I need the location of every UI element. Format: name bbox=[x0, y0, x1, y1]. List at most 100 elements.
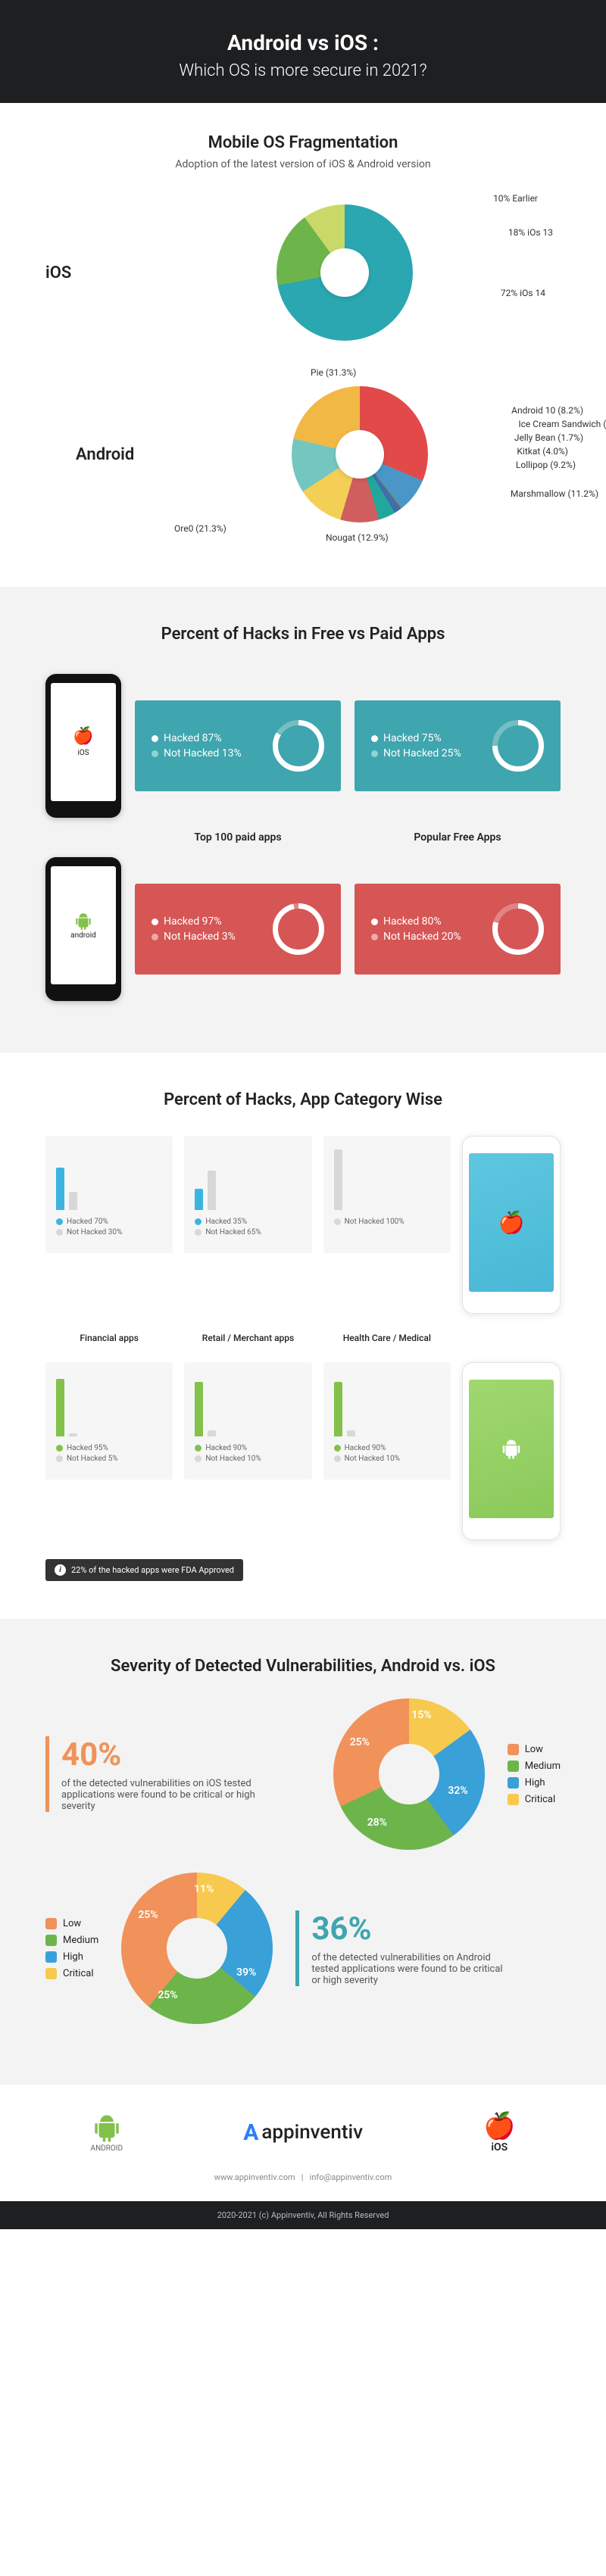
ios-footer-label: iOS bbox=[491, 2141, 508, 2153]
ios-sev-donut: 15% 25% 28% 32% bbox=[333, 1698, 485, 1850]
fda-text: 22% of the hacked apps were FDA Approved bbox=[71, 1565, 234, 1575]
and-free-nothacked: Not Hacked 20% bbox=[383, 931, 461, 943]
contact-line: www.appinventiv.com | info@appinventiv.c… bbox=[0, 2172, 606, 2201]
ios-sev-pct: 40% bbox=[61, 1736, 311, 1773]
android-cat-phone bbox=[462, 1362, 561, 1540]
android-badge: android bbox=[91, 2113, 123, 2153]
ios-paid-hacked: Hacked 87% bbox=[164, 732, 222, 744]
apple-icon: 🍎 bbox=[498, 1210, 525, 1235]
ios-hacks-row: 🍎 iOS Hacked 87% Not Hacked 13% Hacked 7… bbox=[45, 674, 561, 818]
ios-low-val: 32% bbox=[448, 1785, 467, 1797]
and-kk: Kitkat (4.0%) bbox=[517, 446, 568, 457]
and-free-card: Hacked 80% Not Hacked 20% bbox=[355, 884, 561, 975]
and-pie: Pie (31.3%) bbox=[311, 367, 356, 378]
sev-title: Severity of Detected Vulnerabilities, An… bbox=[45, 1657, 561, 1676]
ios-sev-pie: 15% 25% 28% 32% bbox=[333, 1698, 485, 1850]
site-url: www.appinventiv.com bbox=[214, 2172, 295, 2182]
frag-title: Mobile OS Fragmentation bbox=[45, 133, 561, 152]
leg-high: High bbox=[525, 1777, 545, 1789]
fragmentation-section: Mobile OS Fragmentation Adoption of the … bbox=[0, 103, 606, 587]
hero-subtitle: Which OS is more secure in 2021? bbox=[15, 61, 591, 80]
and-nougat: Nougat (12.9%) bbox=[326, 532, 389, 543]
and-health-nh: Not Hacked 10% bbox=[345, 1455, 400, 1463]
and-med-val: 25% bbox=[158, 1989, 177, 2001]
ios-fin-nh: Not Hacked 30% bbox=[67, 1228, 122, 1237]
android-footer-label: android bbox=[91, 2144, 123, 2153]
col-free: Popular Free Apps bbox=[355, 831, 561, 844]
ios-free-ring bbox=[492, 720, 544, 772]
sep: | bbox=[301, 2172, 304, 2182]
android-icon bbox=[73, 912, 93, 931]
and-high-val: 25% bbox=[138, 1909, 158, 1921]
ios-med-val: 28% bbox=[367, 1817, 387, 1829]
and-free-ring bbox=[492, 903, 544, 955]
footer: android A appinventiv 🍎 iOS bbox=[0, 2085, 606, 2172]
cat-title: Percent of Hacks, App Category Wise bbox=[45, 1090, 561, 1109]
ios-crit-val: 15% bbox=[411, 1709, 431, 1721]
ios-cat-phone: 🍎 bbox=[462, 1136, 561, 1314]
ios-free-card: Hacked 75% Not Hacked 25% bbox=[355, 700, 561, 791]
ios-badge: 🍎 iOS bbox=[483, 2111, 515, 2153]
android-phone-screen: android bbox=[51, 866, 116, 984]
and-paid-card: Hacked 97% Not Hacked 3% bbox=[135, 884, 341, 975]
ios-fin-h: Hacked 70% bbox=[67, 1218, 108, 1226]
and-sev-pct: 36% bbox=[311, 1910, 561, 1948]
android-frag-row: Android Pie (31.3%) Android 10 (8.2%) Ic… bbox=[45, 375, 561, 534]
ios-phone-label: iOS bbox=[77, 749, 89, 757]
and-fin-h: Hacked 95% bbox=[67, 1444, 108, 1452]
hero-header: Android vs iOS : Which OS is more secure… bbox=[0, 0, 606, 103]
ios-label: iOS bbox=[45, 264, 129, 282]
leg-crit2: Critical bbox=[63, 1968, 93, 1979]
ios-earlier: 10% Earlier bbox=[493, 193, 538, 204]
and-a10: Android 10 (8.2%) bbox=[511, 405, 583, 416]
and-sev-donut: 11% 25% 25% 39% bbox=[121, 1873, 273, 2024]
ios-retail-card: Hacked 35% Not Hacked 65% bbox=[184, 1136, 311, 1253]
android-hacks-row: android Hacked 97% Not Hacked 3% Hacked … bbox=[45, 857, 561, 1001]
and-free-hacked: Hacked 80% bbox=[383, 915, 442, 928]
hacks-col-labels: Top 100 paid apps Popular Free Apps bbox=[135, 831, 561, 844]
leg-crit: Critical bbox=[525, 1794, 555, 1805]
apple-icon: 🍎 bbox=[483, 2111, 515, 2141]
android-donut-chart: Pie (31.3%) Android 10 (8.2%) Ice Cream … bbox=[159, 375, 561, 534]
leg-high2: High bbox=[63, 1951, 83, 1963]
ios-14: 72% iOs 14 bbox=[501, 288, 545, 298]
brand-logo-icon: A bbox=[243, 2119, 258, 2146]
ios-13: 18% iOs 13 bbox=[508, 227, 553, 238]
and-retail-h: Hacked 90% bbox=[205, 1444, 247, 1452]
cat-col-labels: Financial apps Retail / Merchant apps He… bbox=[45, 1333, 561, 1343]
android-label: Android bbox=[76, 445, 159, 464]
and-health-h: Hacked 90% bbox=[345, 1444, 386, 1452]
ios-phone-icon: 🍎 iOS bbox=[45, 674, 121, 818]
info-icon: i bbox=[55, 1564, 66, 1576]
and-sev-row: Low Medium High Critical 11% 25% 25% 39%… bbox=[45, 1873, 561, 2024]
hacks-title: Percent of Hacks in Free vs Paid Apps bbox=[45, 625, 561, 644]
ios-paid-nothacked: Not Hacked 13% bbox=[164, 747, 242, 759]
ios-sev-legend: Low Medium High Critical bbox=[508, 1739, 561, 1810]
ios-labels: 10% Earlier 18% iOs 13 72% iOs 14 bbox=[129, 193, 561, 352]
ios-retail-h: Hacked 35% bbox=[205, 1218, 247, 1226]
cat-retail: Retail / Merchant apps bbox=[184, 1333, 311, 1343]
and-sev-legend: Low Medium High Critical bbox=[45, 1913, 98, 1985]
ios-sev-text: 40% of the detected vulnerabilities on i… bbox=[45, 1736, 311, 1812]
android-cat-screen bbox=[469, 1380, 554, 1518]
cat-fin: Financial apps bbox=[45, 1333, 173, 1343]
and-sev-desc: of the detected vulnerabilities on Andro… bbox=[311, 1952, 508, 1986]
ios-free-hacked: Hacked 75% bbox=[383, 732, 442, 744]
email: info@appinventiv.com bbox=[310, 2172, 392, 2182]
cat-health: Health Care / Medical bbox=[323, 1333, 451, 1343]
android-icon bbox=[500, 1438, 523, 1461]
leg-low2: Low bbox=[63, 1918, 81, 1929]
and-retail-card: Hacked 90% Not Hacked 10% bbox=[184, 1362, 311, 1480]
and-sev-text: 36% of the detected vulnerabilities on A… bbox=[295, 1910, 561, 1986]
and-mm: Marshmallow (11.2%) bbox=[511, 488, 598, 499]
and-health-card: Hacked 90% Not Hacked 10% bbox=[323, 1362, 451, 1480]
ios-high-val: 25% bbox=[350, 1736, 370, 1748]
category-section: Percent of Hacks, App Category Wise Hack… bbox=[0, 1053, 606, 1619]
ios-free-nothacked: Not Hacked 25% bbox=[383, 747, 461, 759]
and-paid-hacked: Hacked 97% bbox=[164, 915, 222, 928]
apple-icon: 🍎 bbox=[73, 727, 93, 746]
severity-section: Severity of Detected Vulnerabilities, An… bbox=[0, 1619, 606, 2085]
and-low-val: 39% bbox=[236, 1966, 256, 1979]
leg-med2: Medium bbox=[63, 1935, 98, 1946]
ios-cat-screen: 🍎 bbox=[469, 1153, 554, 1292]
